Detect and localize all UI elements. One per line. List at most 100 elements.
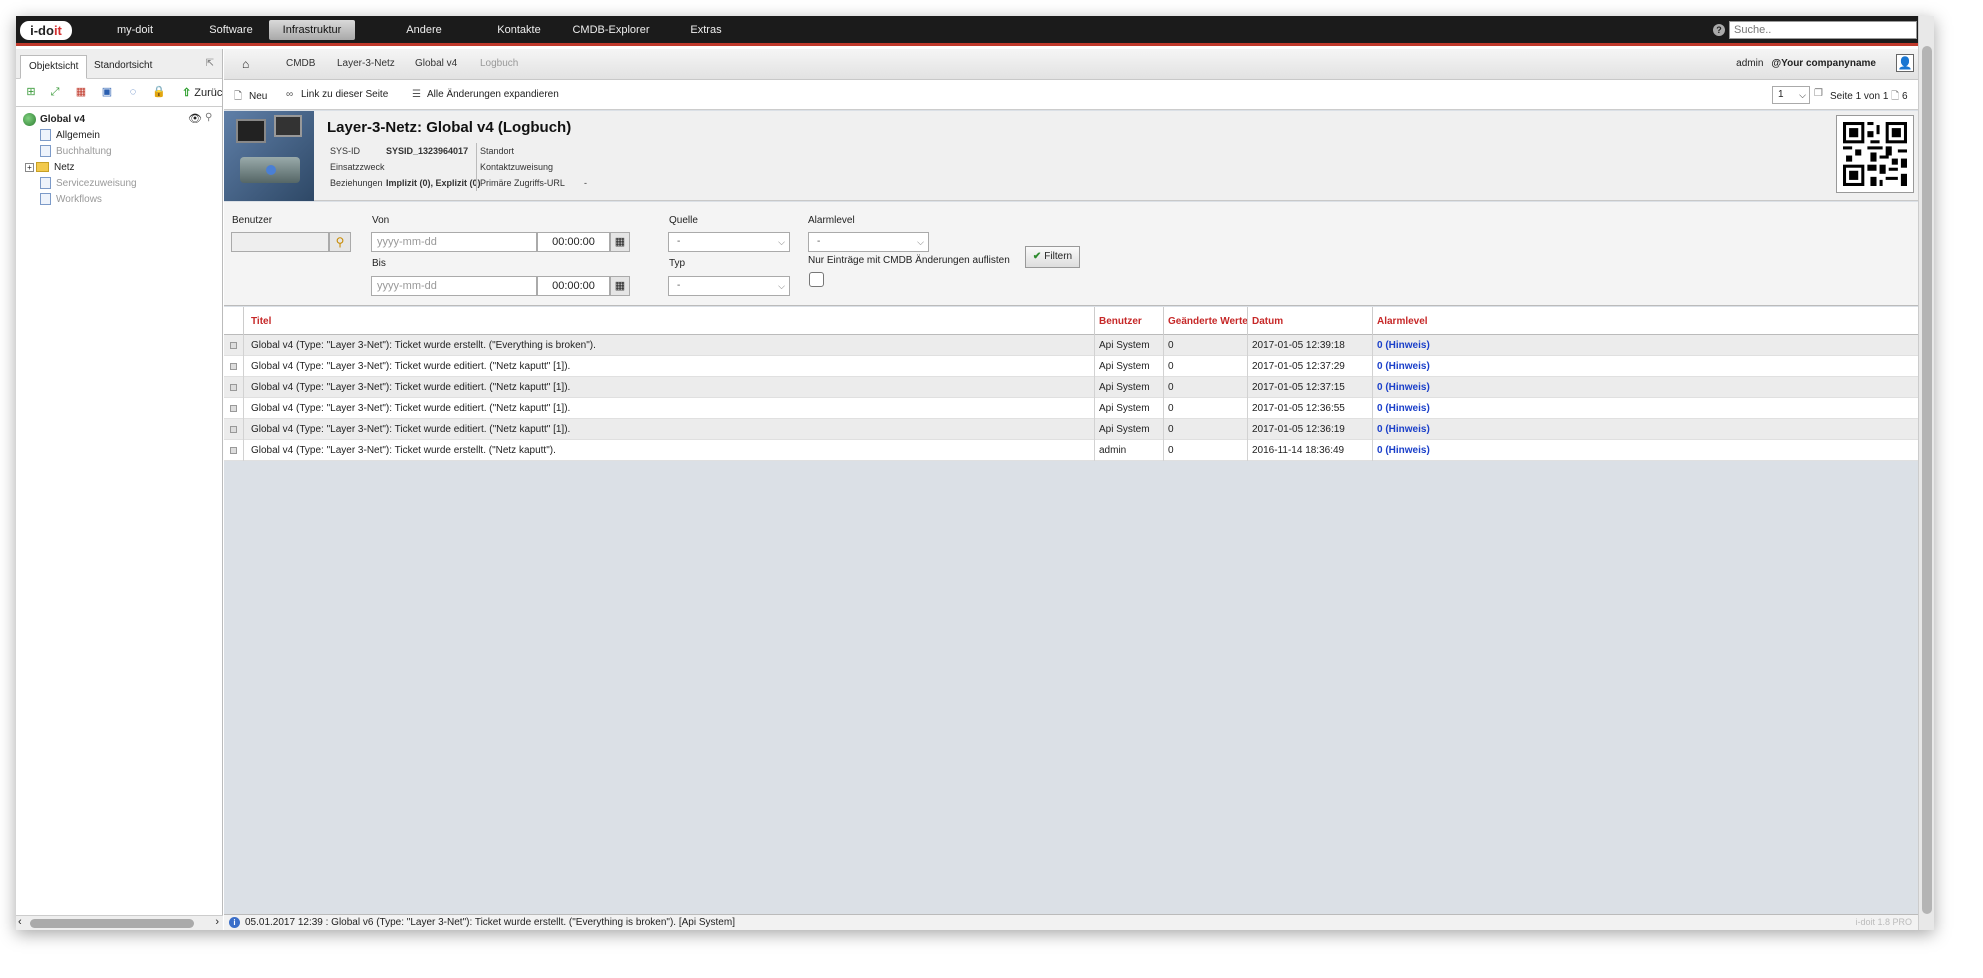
filter-button[interactable]: ✔ Filtern: [1025, 246, 1080, 268]
cell-alarmlevel[interactable]: 0 (Hinweis): [1377, 403, 1430, 414]
tree-item-workflows[interactable]: Workflows: [40, 192, 102, 208]
link-label: Link zu dieser Seite: [301, 89, 389, 100]
logo-text: i-do: [30, 23, 54, 38]
nav-software[interactable]: Software: [191, 20, 271, 40]
nav-extras[interactable]: Extras: [671, 20, 741, 40]
table-row[interactable]: Global v4 (Type: "Layer 3-Net"): Ticket …: [224, 419, 1918, 440]
page-select[interactable]: 1 ⌵: [1772, 86, 1810, 104]
column-date[interactable]: Datum: [1252, 316, 1283, 327]
tree-expand-icon[interactable]: ⤢: [48, 85, 62, 99]
alarmlevel-select[interactable]: - ⌵: [808, 232, 929, 252]
tab-standortsicht[interactable]: Standortsicht: [86, 55, 160, 79]
qr-code[interactable]: [1836, 115, 1914, 193]
row-select-checkbox[interactable]: [230, 447, 237, 454]
expand-plus-icon[interactable]: +: [25, 162, 34, 172]
von-date-input[interactable]: yyyy-mm-dd: [371, 232, 537, 252]
tab-objektsicht[interactable]: Objektsicht: [20, 55, 88, 79]
tree-label: Netz: [54, 162, 75, 173]
column-alarmlevel[interactable]: Alarmlevel: [1377, 316, 1428, 327]
alarmlevel-value: -: [817, 236, 821, 247]
bis-date-input[interactable]: yyyy-mm-dd: [371, 276, 537, 296]
breadcrumb-layer3-netz[interactable]: Layer-3-Netz: [337, 58, 395, 69]
user-name[interactable]: admin: [1736, 58, 1763, 69]
nav-my-doit[interactable]: my-doit: [90, 20, 180, 40]
calendar-icon[interactable]: ▦: [74, 85, 88, 99]
column-changed-values[interactable]: Geänderte Werte: [1168, 316, 1248, 327]
nav-andere[interactable]: Andere: [384, 20, 464, 40]
chevron-right-icon[interactable]: ›: [215, 916, 219, 928]
beziehungen-value[interactable]: Implizit (0), Explizit (0): [386, 178, 481, 188]
von-time-input[interactable]: 00:00:00: [537, 232, 610, 252]
tree-item-netz[interactable]: + Netz: [25, 160, 75, 176]
user-search-button[interactable]: ⚲: [329, 232, 351, 252]
back-button[interactable]: ⇧ Zurüc: [182, 86, 222, 99]
main-vertical-scrollbar[interactable]: [1918, 16, 1934, 930]
table-row[interactable]: Global v4 (Type: "Layer 3-Net"): Ticket …: [224, 335, 1918, 356]
help-icon[interactable]: ?: [1713, 24, 1725, 36]
company-name[interactable]: @Your companyname: [1771, 58, 1876, 69]
tree-item-allgemein[interactable]: Allgemein: [40, 128, 100, 144]
cell-alarmlevel[interactable]: 0 (Hinweis): [1377, 382, 1430, 393]
router-icon: [240, 157, 300, 183]
status-bar: i 05.01.2017 12:39 : Global v6 (Type: "L…: [224, 914, 1918, 930]
left-horizontal-scrollbar[interactable]: ‹ ›: [16, 915, 223, 930]
column-title[interactable]: Titel: [251, 316, 271, 327]
row-select-checkbox[interactable]: [230, 363, 237, 370]
tree-collapse-icon[interactable]: ⊞: [24, 85, 38, 99]
chevron-down-icon: ⌵: [778, 281, 785, 291]
cmdb-only-checkbox[interactable]: [809, 272, 824, 287]
tree-item-servicezuweisung[interactable]: Servicezuweisung: [40, 176, 137, 192]
home-icon[interactable]: ⌂: [242, 57, 249, 71]
cell-alarmlevel[interactable]: 0 (Hinweis): [1377, 445, 1430, 456]
cell-title: Global v4 (Type: "Layer 3-Net"): Ticket …: [251, 445, 556, 456]
avatar[interactable]: 👤: [1896, 54, 1914, 72]
filter-panel: Benutzer ⚲ Von yyyy-mm-dd 00:00:00 ▦ Bis…: [224, 202, 1918, 306]
new-button[interactable]: 🗋 Neu: [234, 89, 267, 106]
row-select-checkbox[interactable]: [230, 405, 237, 412]
arrow-up-icon: ⇧: [182, 87, 192, 99]
nav-cmdb-explorer[interactable]: CMDB-Explorer: [561, 20, 661, 40]
table-row[interactable]: Global v4 (Type: "Layer 3-Net"): Ticket …: [224, 356, 1918, 377]
expand-all-button[interactable]: ☰ Alle Änderungen expandieren: [412, 89, 559, 100]
typ-select[interactable]: - ⌵: [668, 276, 790, 296]
bis-calendar-button[interactable]: ▦: [610, 276, 630, 296]
column-user[interactable]: Benutzer: [1099, 316, 1142, 327]
cell-date: 2016-11-14 18:36:49: [1252, 445, 1345, 456]
comments-icon[interactable]: ◌: [126, 85, 140, 99]
url-value: -: [584, 178, 587, 188]
cell-alarmlevel[interactable]: 0 (Hinweis): [1377, 361, 1430, 372]
book-icon[interactable]: ▣: [100, 85, 114, 99]
popout-icon[interactable]: ⇱: [206, 58, 214, 69]
nav-infrastruktur[interactable]: Infrastruktur: [269, 20, 355, 40]
lock-icon[interactable]: 🔒: [152, 85, 166, 99]
row-select-checkbox[interactable]: [230, 384, 237, 391]
table-row[interactable]: Global v4 (Type: "Layer 3-Net"): Ticket …: [224, 377, 1918, 398]
nav-kontakte[interactable]: Kontakte: [474, 20, 564, 40]
tree-item-buchhaltung[interactable]: Buchhaltung: [40, 144, 112, 160]
breadcrumb-logbuch: Logbuch: [480, 58, 519, 69]
breadcrumb-cmdb[interactable]: CMDB: [286, 58, 315, 69]
scrollbar-thumb[interactable]: [1922, 46, 1932, 914]
cell-alarmlevel[interactable]: 0 (Hinweis): [1377, 424, 1430, 435]
scrollbar-thumb[interactable]: [30, 919, 194, 928]
row-select-checkbox[interactable]: [230, 426, 237, 433]
breadcrumb-global-v4[interactable]: Global v4: [415, 58, 457, 69]
checkmark-icon: ✔: [1032, 251, 1042, 262]
search-input[interactable]: [1729, 21, 1917, 39]
bis-time-input[interactable]: 00:00:00: [537, 276, 610, 296]
link-to-page-button[interactable]: ∞ Link zu dieser Seite: [286, 89, 388, 100]
cell-alarmlevel[interactable]: 0 (Hinweis): [1377, 340, 1430, 351]
von-calendar-button[interactable]: ▦: [610, 232, 630, 252]
eye-icon[interactable]: 👁: [188, 112, 202, 125]
chevron-left-icon[interactable]: ‹: [18, 916, 22, 928]
user-field[interactable]: [231, 232, 329, 252]
quelle-select[interactable]: - ⌵: [668, 232, 790, 252]
i-doit-logo[interactable]: i-doit: [20, 21, 72, 40]
row-select-checkbox[interactable]: [230, 342, 237, 349]
version-label: i-doit 1.8 PRO: [1855, 917, 1912, 927]
magnifier-icon[interactable]: ⚲: [205, 112, 212, 123]
tree-item-global-v4[interactable]: Global v4: [23, 112, 85, 128]
table-row[interactable]: Global v4 (Type: "Layer 3-Net"): Ticket …: [224, 398, 1918, 419]
document-icon: [40, 129, 51, 142]
table-row[interactable]: Global v4 (Type: "Layer 3-Net"): Ticket …: [224, 440, 1918, 461]
